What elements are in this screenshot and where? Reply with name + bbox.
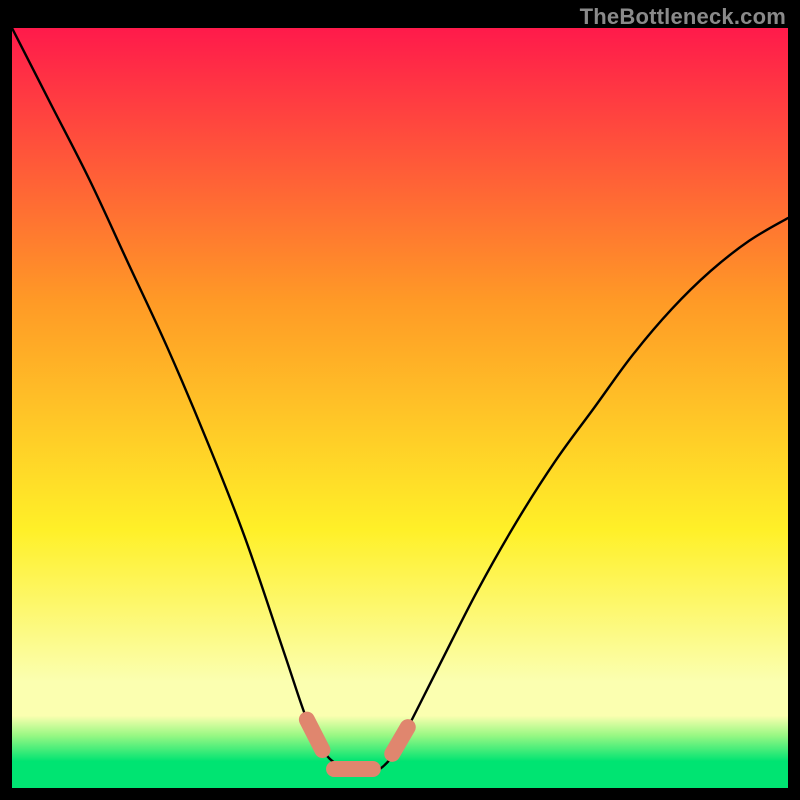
watermark-label: TheBottleneck.com [580, 4, 786, 30]
chart-stage: TheBottleneck.com [0, 0, 800, 800]
bottleneck-plot [12, 28, 788, 788]
chart-frame [12, 28, 788, 788]
gradient-background [12, 28, 788, 788]
